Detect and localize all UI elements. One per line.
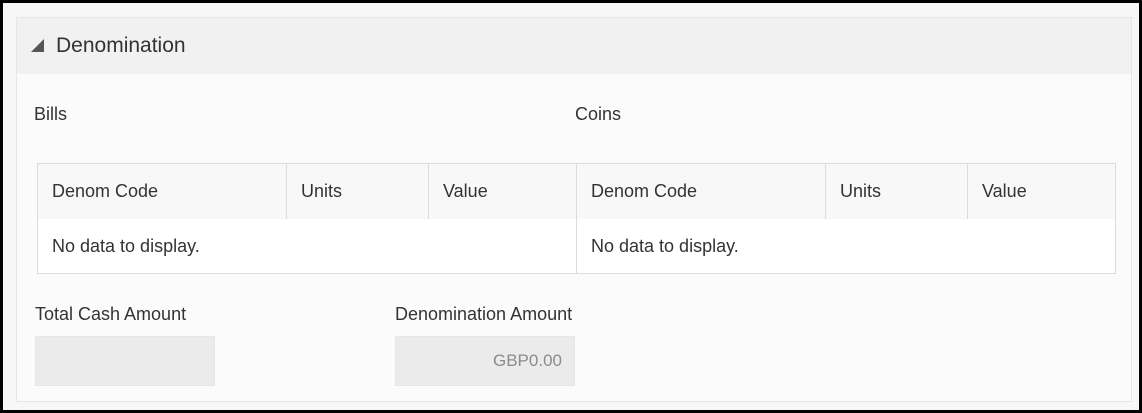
coins-table-header: Denom Code Units Value xyxy=(577,164,1115,220)
coins-col-denom-code[interactable]: Denom Code xyxy=(577,164,826,219)
coins-col-value[interactable]: Value xyxy=(968,164,1115,219)
denomination-panel: Denomination Bills Coins Denom Code Unit… xyxy=(16,17,1132,402)
bills-col-units[interactable]: Units xyxy=(287,164,429,219)
denomination-amount-field: GBP0.00 xyxy=(395,336,575,386)
coins-label: Coins xyxy=(575,104,622,124)
total-cash-amount-field xyxy=(35,336,215,386)
bills-label: Bills xyxy=(34,104,68,124)
panel-header[interactable]: Denomination xyxy=(17,18,1131,74)
bills-table: Denom Code Units Value No data to displa… xyxy=(37,163,577,274)
coins-col-units[interactable]: Units xyxy=(826,164,968,219)
coins-empty-message: No data to display. xyxy=(577,219,1115,273)
total-cash-amount-label: Total Cash Amount xyxy=(35,304,187,324)
collapse-triangle-icon[interactable] xyxy=(31,38,44,52)
denomination-amount-label: Denomination Amount xyxy=(395,304,573,324)
panel-title: Denomination xyxy=(56,34,186,57)
coins-table: Denom Code Units Value No data to displa… xyxy=(576,163,1116,274)
bills-empty-message: No data to display. xyxy=(38,219,576,273)
bills-col-denom-code[interactable]: Denom Code xyxy=(38,164,287,219)
bills-col-value[interactable]: Value xyxy=(429,164,576,219)
window-frame: Denomination Bills Coins Denom Code Unit… xyxy=(0,0,1142,413)
bills-table-header: Denom Code Units Value xyxy=(38,164,576,220)
